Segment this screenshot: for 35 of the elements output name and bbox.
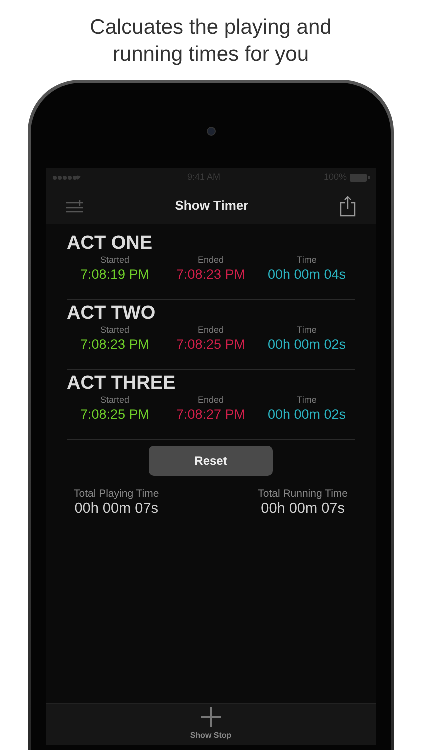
- camera-icon: [206, 127, 216, 136]
- field-value: 7:08:19 PM: [80, 266, 150, 283]
- total-label: Total Playing Time: [74, 488, 160, 500]
- total-value: 00h 00m 07s: [74, 500, 159, 518]
- field-label: Started: [100, 255, 130, 266]
- field-label: Time: [297, 325, 317, 336]
- caption: Calcuates the playing and running times for you: [89, 15, 333, 68]
- nav-title: Show Timer: [175, 197, 249, 216]
- field-value: 00h 00m 04s: [268, 266, 346, 283]
- reset-button[interactable]: Reset: [149, 446, 273, 476]
- field-label: Ended: [198, 255, 224, 266]
- field-label: Ended: [198, 395, 224, 406]
- field-value: 00h 00m 02s: [268, 406, 346, 423]
- field-value: 7:08:25 PM: [176, 336, 246, 353]
- total-label: Total Running Time: [258, 488, 348, 500]
- field-value: 7:08:27 PM: [176, 406, 246, 423]
- field-label: Ended: [198, 325, 224, 336]
- share-icon[interactable]: [340, 196, 356, 216]
- field-value: 7:08:23 PM: [176, 266, 246, 283]
- field-label: Time: [297, 395, 317, 406]
- field-label: Time: [297, 255, 317, 266]
- signal-icon: [52, 175, 84, 181]
- act-title: ACT ONE: [67, 233, 154, 255]
- field-value: 7:08:23 PM: [80, 336, 150, 353]
- total-value: 00h 00m 07s: [261, 500, 345, 518]
- field-value: 7:08:25 PM: [80, 406, 150, 423]
- act-title: ACT THREE: [67, 373, 177, 395]
- field-value: 00h 00m 02s: [268, 336, 346, 353]
- plus-icon[interactable]: [201, 707, 221, 727]
- field-label: Started: [100, 395, 130, 406]
- add-list-icon[interactable]: [66, 199, 84, 213]
- toolbar-label[interactable]: Show Stop: [190, 730, 232, 742]
- act-title: ACT TWO: [67, 303, 157, 325]
- field-label: Started: [100, 325, 130, 336]
- battery-icon: [350, 174, 370, 182]
